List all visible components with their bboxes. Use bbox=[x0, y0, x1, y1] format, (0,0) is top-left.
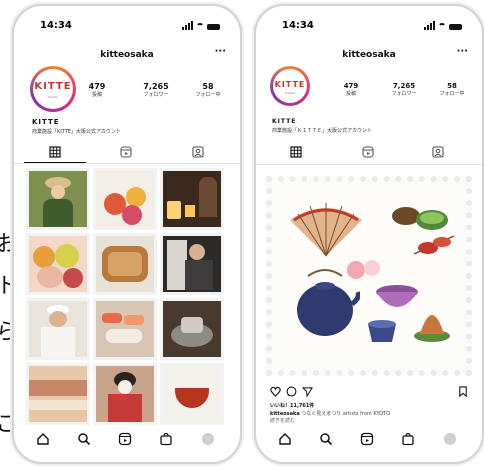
bottom-nav bbox=[14, 430, 240, 450]
phone-profile: 14:34 kitteosaka ··· KITTE OSAKA 479 投稿 … bbox=[12, 4, 242, 464]
stat-posts[interactable]: 479 投稿 bbox=[336, 82, 366, 97]
status-bar: 14:34 bbox=[282, 20, 462, 34]
caption-text: つなぐ見えまつり artists from KYOTO bbox=[301, 411, 391, 417]
profile-username: kitteosaka bbox=[342, 50, 396, 60]
home-icon[interactable] bbox=[36, 432, 50, 446]
avatar[interactable]: KITTE OSAKA bbox=[30, 66, 76, 112]
bio-name: KITTE bbox=[32, 118, 60, 126]
search-icon[interactable] bbox=[77, 432, 91, 446]
reels-nav-icon[interactable] bbox=[360, 432, 374, 446]
signal-icon bbox=[182, 21, 193, 30]
teapot-illustration bbox=[297, 269, 360, 336]
grid-photo[interactable] bbox=[93, 233, 157, 295]
grid-photo[interactable] bbox=[93, 298, 157, 360]
grid-icon[interactable] bbox=[49, 146, 61, 158]
tab-divider bbox=[14, 163, 240, 164]
stat-value: 7,265 bbox=[392, 82, 416, 90]
post-actions bbox=[270, 386, 468, 398]
stat-label: フォロー中 bbox=[195, 92, 221, 98]
tab-divider bbox=[256, 164, 482, 165]
stat-following[interactable]: 58 フォロー中 bbox=[188, 82, 228, 98]
likes-count: いいね！11,761件 bbox=[270, 403, 315, 409]
profile-nav-avatar[interactable] bbox=[202, 433, 214, 445]
stat-label: 投稿 bbox=[91, 92, 102, 98]
more-options-icon[interactable]: ··· bbox=[457, 46, 468, 57]
phone-profile-expanded: 14:34 kitteosaka ··· KITTE OSAKA 479 投稿 … bbox=[254, 4, 484, 464]
wifi-icon bbox=[438, 23, 446, 30]
avatar[interactable]: KITTE OSAKA bbox=[270, 66, 310, 106]
post-caption: kitteosaka つなぐ見えまつり artists from KYOTO bbox=[270, 410, 390, 417]
logo-text: KITTE bbox=[274, 80, 306, 89]
grid-photo[interactable] bbox=[160, 168, 224, 230]
grid-photo[interactable] bbox=[160, 363, 224, 425]
status-time: 14:34 bbox=[40, 20, 72, 31]
grid-photo[interactable] bbox=[160, 298, 224, 360]
logo-subtext: OSAKA bbox=[47, 95, 59, 99]
stat-value: 58 bbox=[202, 82, 214, 91]
bio-name: KITTE bbox=[272, 118, 297, 125]
post-image[interactable] bbox=[266, 176, 472, 376]
logo-text: KITTE bbox=[34, 81, 72, 92]
stat-value: 7,265 bbox=[143, 82, 169, 91]
search-icon[interactable] bbox=[319, 432, 333, 446]
mont-blanc-illustration bbox=[414, 315, 450, 342]
more-options-icon[interactable]: ··· bbox=[215, 46, 226, 57]
bio-description: 商業施設「ＫＩＴＴＥ」大阪公式アカウント bbox=[272, 128, 373, 134]
wifi-icon bbox=[196, 23, 204, 30]
stat-label: 投稿 bbox=[345, 91, 356, 97]
stat-value: 479 bbox=[88, 82, 106, 91]
status-time: 14:34 bbox=[282, 20, 314, 31]
teacup-illustration bbox=[368, 320, 396, 342]
grid-photo[interactable] bbox=[160, 233, 224, 295]
tagged-icon[interactable] bbox=[192, 146, 204, 158]
shop-icon[interactable] bbox=[159, 432, 173, 446]
stat-value: 58 bbox=[447, 82, 457, 90]
stat-label: フォロー中 bbox=[439, 91, 465, 97]
grid-photo[interactable] bbox=[26, 298, 90, 360]
shop-icon[interactable] bbox=[401, 432, 415, 446]
bio-description: 商業施設「KITTE」大阪公式アカウント bbox=[32, 129, 121, 135]
stat-following[interactable]: 58 フォロー中 bbox=[432, 82, 472, 97]
profile-nav-avatar[interactable] bbox=[444, 433, 456, 445]
status-bar: 14:34 bbox=[40, 20, 220, 34]
post-illustration bbox=[282, 192, 456, 360]
grid-photo[interactable] bbox=[26, 233, 90, 295]
grid-photo[interactable] bbox=[93, 168, 157, 230]
signal-icon bbox=[424, 21, 435, 30]
grid-photo[interactable] bbox=[93, 363, 157, 425]
photo-grid bbox=[26, 168, 226, 425]
reels-nav-icon[interactable] bbox=[118, 432, 132, 446]
folding-fan-illustration bbox=[290, 203, 362, 257]
stat-followers[interactable]: 7,265 フォロワー bbox=[384, 82, 424, 97]
read-more-link[interactable]: 続きを読む bbox=[270, 417, 295, 424]
profile-tabs bbox=[256, 146, 482, 162]
grid-photo[interactable] bbox=[26, 363, 90, 425]
profile-tabs bbox=[14, 146, 240, 164]
grid-icon[interactable] bbox=[290, 146, 302, 158]
skewers-illustration bbox=[413, 235, 455, 255]
stat-value: 479 bbox=[343, 82, 359, 90]
stat-followers[interactable]: 7,265 フォロワー bbox=[136, 82, 176, 98]
home-icon[interactable] bbox=[278, 432, 292, 446]
battery-icon bbox=[449, 24, 462, 30]
stat-label: フォロワー bbox=[391, 91, 417, 97]
reels-icon[interactable] bbox=[120, 146, 132, 158]
grid-photo[interactable] bbox=[26, 168, 90, 230]
reels-icon[interactable] bbox=[362, 146, 374, 158]
stat-posts[interactable]: 479 投稿 bbox=[80, 82, 114, 98]
bookmark-icon[interactable] bbox=[458, 386, 468, 397]
bottom-nav bbox=[256, 430, 482, 450]
battery-icon bbox=[207, 24, 220, 30]
logo-subtext: OSAKA bbox=[284, 91, 296, 95]
tagged-icon[interactable] bbox=[432, 146, 444, 158]
profile-username: kitteosaka bbox=[100, 50, 154, 60]
share-icon[interactable] bbox=[302, 386, 313, 397]
comment-icon[interactable] bbox=[286, 386, 297, 397]
heart-icon[interactable] bbox=[270, 386, 281, 397]
stat-label: フォロワー bbox=[143, 92, 169, 98]
